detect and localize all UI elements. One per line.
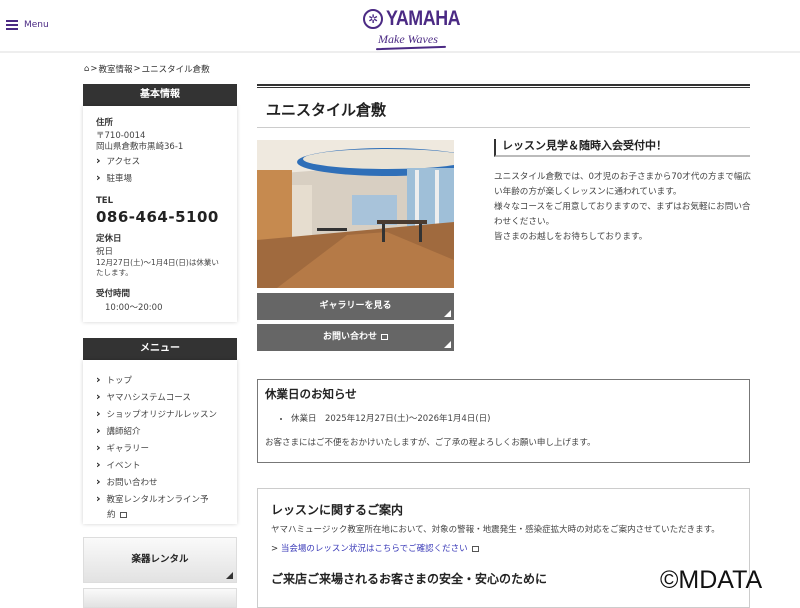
tel-label: TEL (96, 196, 114, 206)
logo-word: YAMAHA (386, 7, 461, 30)
address-label: 住所 (96, 118, 114, 128)
menu-button[interactable]: Menu (6, 20, 49, 30)
postal-code: 〒710-0014 (96, 131, 146, 141)
menu-panel: メニュー トップ ヤマハシステムコース ショップオリジナルレッスン 講師紹介 ギ… (83, 338, 237, 524)
hours: 10:00～20:00 (105, 303, 163, 313)
corner-arrow-icon (444, 341, 451, 348)
page-title: ユニスタイル倉敷 (266, 101, 387, 119)
hours-label: 受付時間 (96, 289, 131, 299)
divider (257, 127, 750, 128)
contact-button[interactable]: お問い合わせ (257, 324, 454, 351)
menu-item-rental-booking[interactable]: 教室レンタルオンライン予約 (96, 491, 216, 523)
gallery-button[interactable]: ギャラリーを見る (257, 293, 454, 320)
sidebar-button[interactable] (83, 588, 237, 608)
watermark: ©MDATA (660, 566, 763, 594)
menu-item-system-course[interactable]: ヤマハシステムコース (96, 389, 225, 406)
info-panel: 基本情報 住所 〒710-0014 岡山県倉敷市黒崎36-1 アクセス 駐車場 … (83, 84, 237, 322)
promo-heading: レッスン見学＆随時入会受付中！ (494, 139, 750, 157)
closed-note: 12月27日(土)～1月4日(日)は休業いたします。 (96, 258, 219, 277)
menu-item-contact[interactable]: お問い合わせ (96, 474, 225, 491)
corner-arrow-icon (226, 572, 233, 579)
menu-item-top[interactable]: トップ (96, 372, 225, 389)
promo-text: ユニスタイル倉敷では、0才児のお子さまから70才代の方まで幅広い年齢の方が楽しく… (494, 172, 752, 242)
home-icon[interactable]: ⌂ (84, 64, 89, 74)
parking-link[interactable]: 駐車場 (96, 170, 225, 187)
menu-heading: メニュー (83, 338, 237, 360)
breadcrumb: ⌂ > 教室情報 > ユニスタイル倉敷 (84, 63, 210, 75)
external-link-icon (119, 511, 127, 518)
notice-item: 休業日 2025年12月27日(土)～2026年1月4日(日) (291, 412, 742, 424)
menu-item-original-lesson[interactable]: ショップオリジナルレッスン (96, 406, 225, 423)
logo-tagline: Make Waves (378, 32, 438, 46)
breadcrumb-current: ユニスタイル倉敷 (141, 65, 210, 75)
notice-heading: 休業日のお知らせ (265, 387, 357, 401)
notice-text: お客さまにはご不便をおかけいたしますが、ご了承の程よろしくお願い申し上げます。 (265, 438, 596, 448)
closed-label: 定休日 (96, 234, 122, 244)
address: 岡山県倉敷市黒崎36-1 (96, 142, 184, 152)
external-link-icon (381, 333, 388, 340)
hamburger-icon (6, 20, 18, 30)
menu-label: Menu (24, 20, 49, 30)
lesson-text: ヤマハミュージック教室所在地において、対象の警報・地震発生・感染症拡大時の対応を… (271, 525, 720, 535)
holiday-notice: 休業日のお知らせ 休業日 2025年12月27日(土)～2026年1月4日(日)… (257, 379, 750, 463)
tuning-forks-icon: ✲ (363, 9, 383, 29)
menu-item-gallery[interactable]: ギャラリー (96, 440, 225, 457)
tel-number[interactable]: 086-464-5100 (96, 208, 225, 226)
classroom-photo (257, 140, 454, 288)
external-link-icon (471, 545, 479, 552)
breadcrumb-link[interactable]: 教室情報 (99, 63, 133, 75)
site-header: Menu ✲ YAMAHA Make Waves (0, 0, 800, 53)
corner-arrow-icon (444, 310, 451, 317)
yamaha-logo[interactable]: ✲ YAMAHA Make Waves (362, 7, 466, 51)
closed-day: 祝日 (96, 247, 114, 257)
info-heading: 基本情報 (83, 84, 237, 106)
menu-item-event[interactable]: イベント (96, 457, 225, 474)
divider (257, 84, 750, 88)
lesson-heading: レッスンに関するご案内 (271, 503, 404, 517)
access-link[interactable]: アクセス (96, 153, 225, 170)
rental-button[interactable]: 楽器レンタル (83, 537, 237, 583)
menu-item-teachers[interactable]: 講師紹介 (96, 423, 225, 440)
lesson-status-link[interactable]: > 当会場のレッスン状況はこちらでご確認ください (271, 542, 736, 554)
